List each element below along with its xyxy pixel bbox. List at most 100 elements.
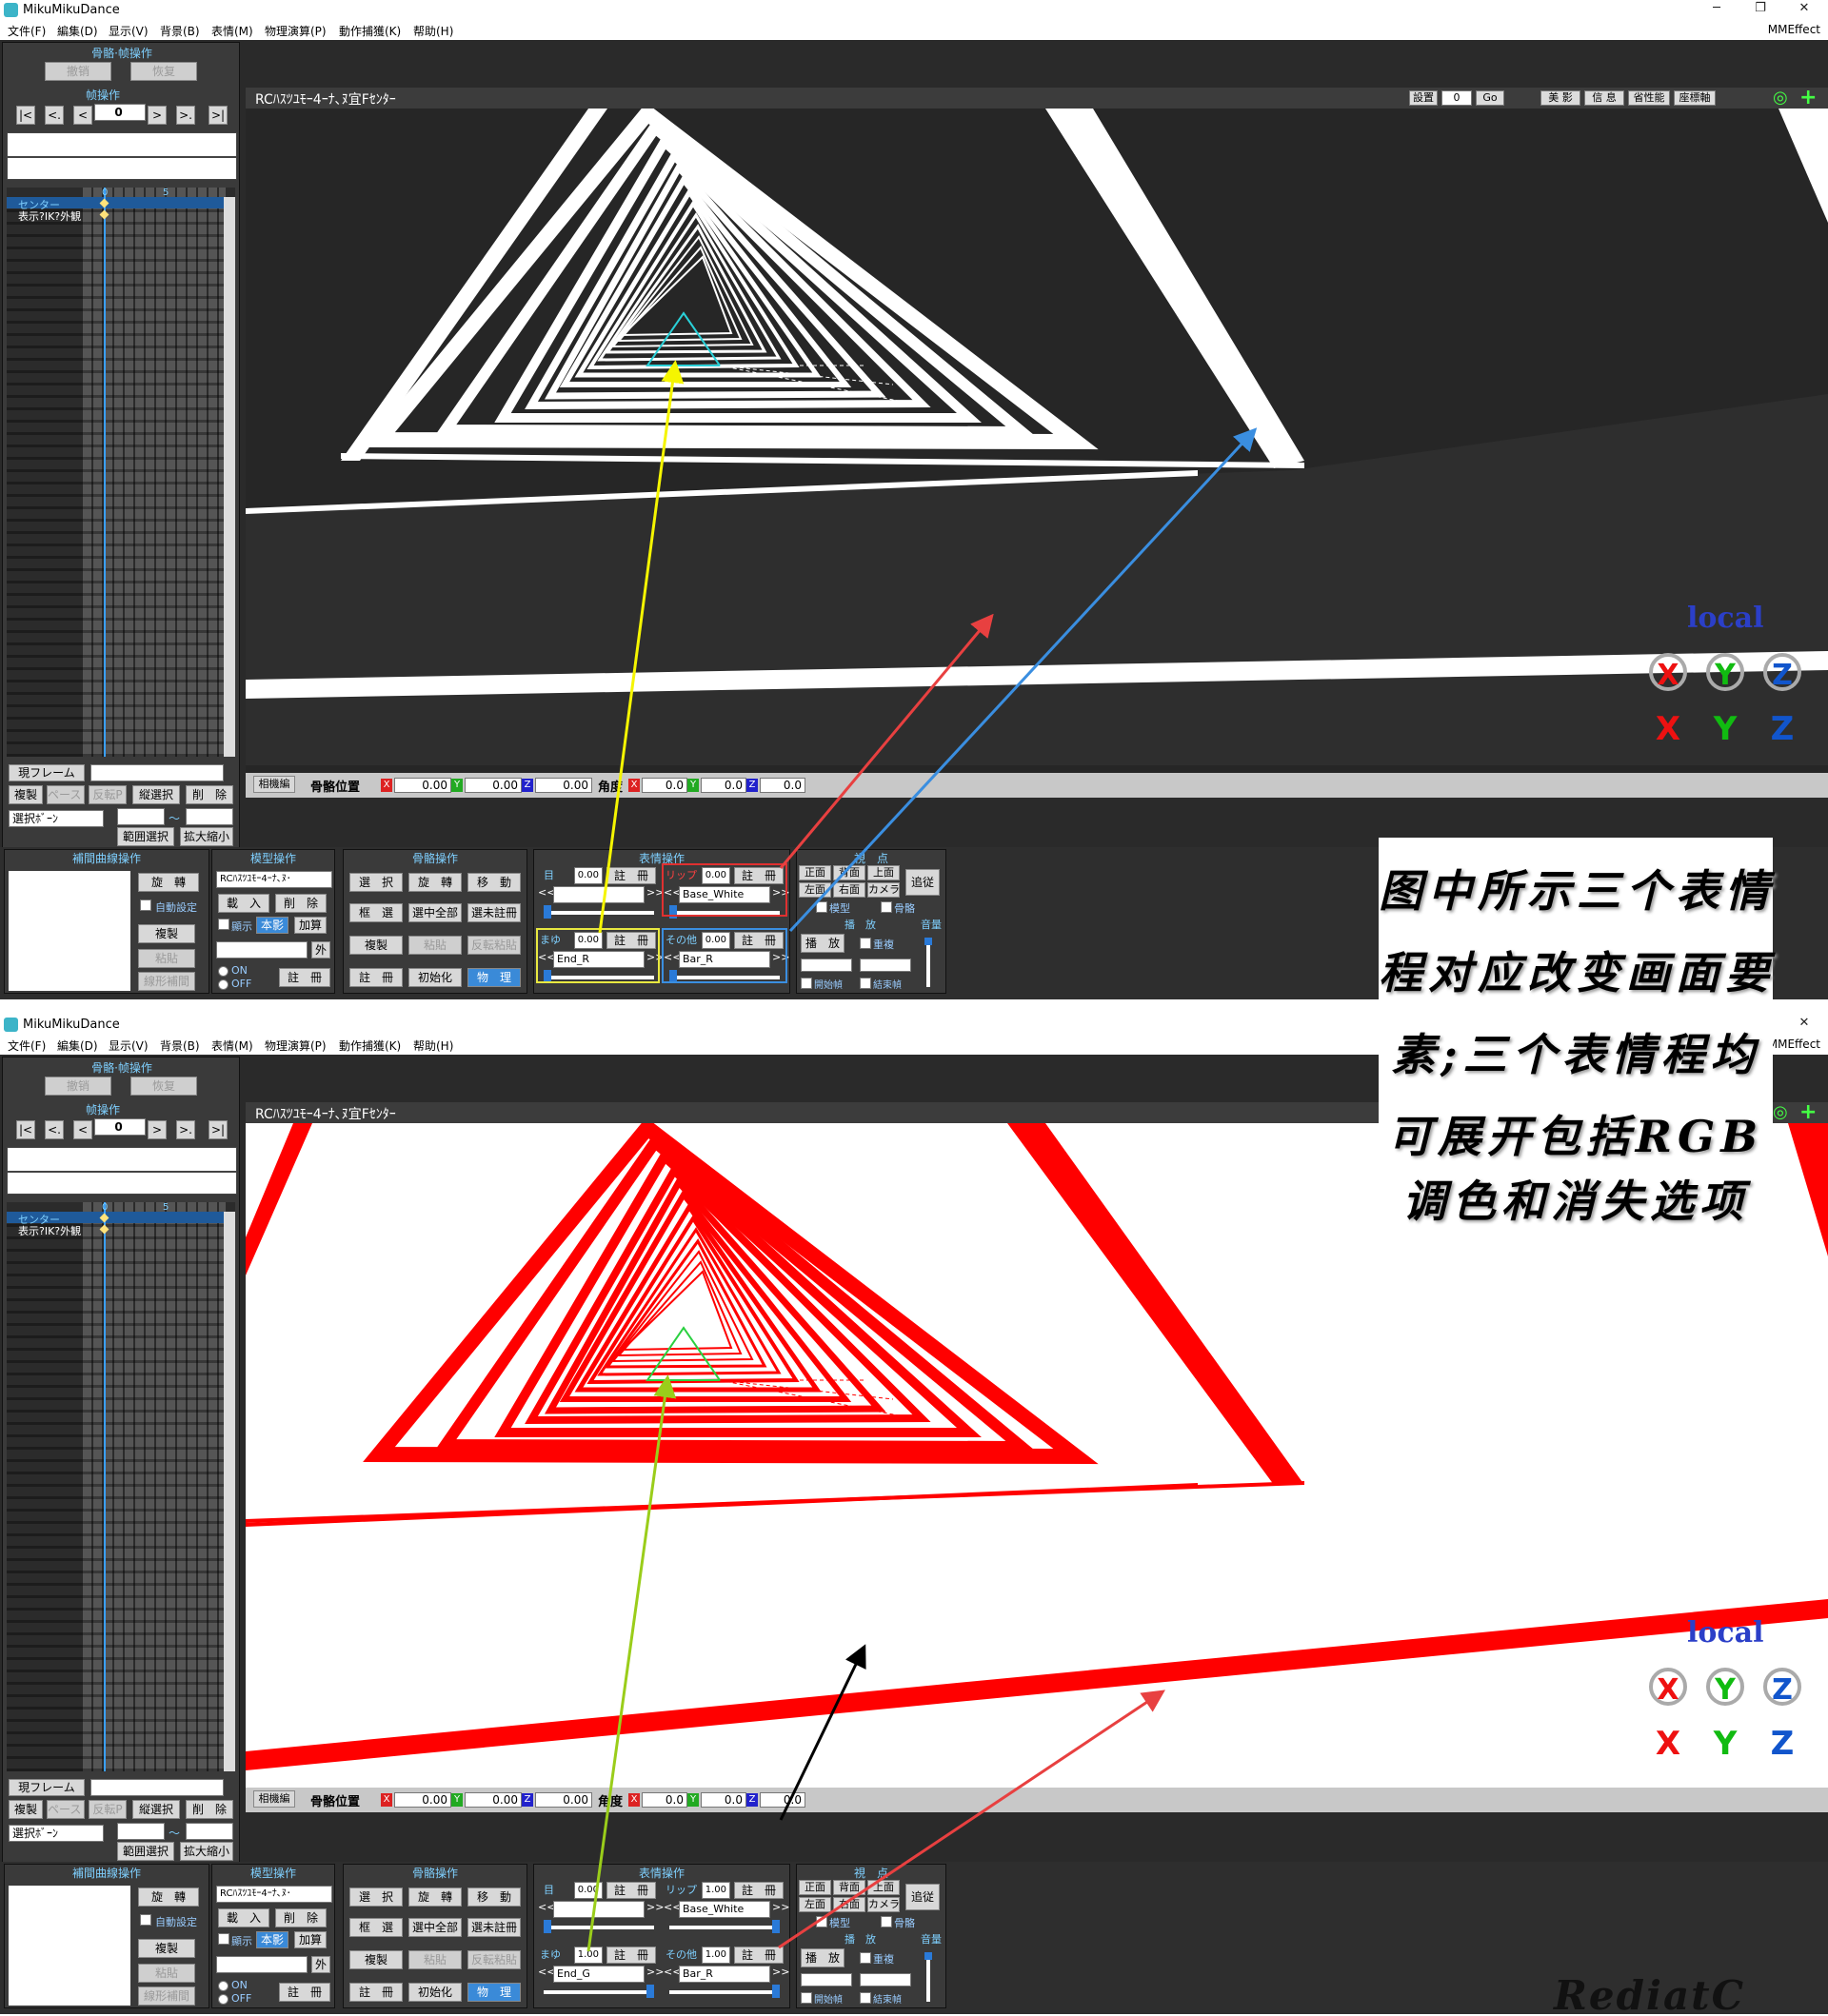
bone-rotate-button[interactable]: 旋 轉 [408, 1888, 462, 1907]
model-register-button[interactable]: 註 冊 [279, 1983, 330, 2002]
camera-edit-button[interactable]: 相機編 [253, 776, 295, 793]
paste-button[interactable]: ペースト [47, 1800, 85, 1819]
bone-move-button[interactable]: 移 動 [467, 1888, 521, 1907]
shadow-toggle[interactable]: 本影 [256, 917, 288, 934]
lip-slider[interactable] [669, 1926, 780, 1929]
other-morph-dropdown[interactable]: Bar_R [679, 1966, 770, 1983]
restore-button[interactable]: ❐ [1739, 1, 1782, 20]
zoom-camera-icon[interactable]: ◎ [1773, 1102, 1788, 1122]
reverse-paste-button[interactable]: 反転P [89, 785, 127, 804]
curve-editor[interactable] [9, 1886, 130, 2006]
eye-morph-dropdown[interactable] [553, 1901, 645, 1918]
rot-x-input[interactable]: 0.0 [642, 1792, 687, 1808]
vertical-select-button[interactable]: 縦選択 [132, 785, 180, 804]
model-checkbox[interactable] [816, 901, 827, 913]
curve-editor[interactable] [9, 871, 130, 991]
view-top-button[interactable]: 上面 [867, 865, 900, 880]
bone-copy-button[interactable]: 複製 [349, 936, 403, 955]
eye-slider[interactable] [544, 1926, 654, 1929]
outside-parent-button[interactable]: 外 [311, 941, 330, 959]
load-model-button[interactable]: 載 入 [218, 894, 269, 913]
rot-y-input[interactable]: 0.0 [701, 1792, 746, 1808]
eye-morph-dropdown[interactable] [553, 886, 645, 903]
auto-set-checkbox[interactable] [140, 899, 151, 911]
copy-button[interactable]: 複製 [9, 1800, 43, 1819]
delete-model-button[interactable]: 削 除 [275, 1908, 327, 1927]
eye-value[interactable]: 0.00 [574, 1882, 603, 1899]
next-key-button[interactable]: >. [176, 106, 195, 125]
next-frame-button[interactable]: > [148, 106, 167, 125]
brow-morph-dropdown[interactable]: End_G [553, 1966, 645, 1983]
undo-button[interactable]: 撤销 [45, 62, 111, 81]
reverse-paste-button[interactable]: 反転粘貼 [467, 1950, 521, 1969]
select-unregistered-button[interactable]: 選未註冊 [467, 903, 521, 922]
other-register-button[interactable]: 註 冊 [734, 1947, 784, 1964]
show-checkbox[interactable] [218, 1933, 229, 1945]
model-select-dropdown[interactable]: RCﾊｽﾂﾕﾓｰ4ｰﾅ､ﾇ･ [216, 871, 332, 888]
start-frame-checkbox[interactable] [801, 1992, 812, 2004]
set-button[interactable]: 設置 [1409, 90, 1438, 106]
menu-background[interactable]: 背景(B) [160, 23, 200, 39]
prev-frame-button[interactable]: < [73, 106, 92, 125]
eye-register-button[interactable]: 註 冊 [606, 1882, 656, 1899]
pos-y-input[interactable]: 0.00 [465, 1792, 522, 1808]
info-button[interactable]: 信 息 [1584, 90, 1624, 106]
close-button[interactable]: ✕ [1782, 1, 1826, 20]
view-back-button[interactable]: 背面 [833, 1880, 865, 1895]
play-button[interactable]: 播 放 [801, 1948, 844, 1967]
pos-z-input[interactable]: 0.00 [535, 778, 592, 793]
rot-x-input[interactable]: 0.0 [642, 778, 687, 793]
add-view-icon[interactable]: + [1799, 88, 1817, 109]
volume-knob[interactable] [924, 1952, 932, 1960]
pos-y-input[interactable]: 0.00 [465, 778, 522, 793]
view-top-button[interactable]: 上面 [867, 1880, 900, 1895]
redo-button[interactable]: 恢复 [130, 1077, 197, 1096]
move-z-gizmo-icon[interactable]: Z [1759, 1725, 1805, 1763]
move-x-gizmo-icon[interactable]: X [1645, 710, 1691, 748]
prev-key-button[interactable]: <. [45, 1120, 64, 1139]
bone-rotate-button[interactable]: 旋 轉 [408, 873, 462, 892]
next-frame-button[interactable]: > [148, 1120, 167, 1139]
on-radio[interactable] [218, 966, 228, 977]
menu-capture[interactable]: 動作捕獲(K) [339, 23, 401, 39]
brow-slider-knob[interactable] [646, 1985, 654, 1998]
curve-copy-button[interactable]: 複製 [138, 924, 195, 943]
timeline-scrollbar[interactable] [224, 1212, 235, 1771]
off-radio[interactable] [218, 979, 228, 990]
end-frame-input[interactable] [860, 1973, 911, 1986]
bone-checkbox[interactable] [881, 901, 892, 913]
bone-copy-button[interactable]: 複製 [349, 1950, 403, 1969]
rotate-x-gizmo-icon[interactable]: X [1649, 1668, 1687, 1707]
select-all-button[interactable]: 選中全部 [408, 903, 462, 922]
menu-expression[interactable]: 表情(M) [211, 23, 253, 39]
paste-button[interactable]: ペースト [47, 785, 85, 804]
shadow-toggle[interactable]: 本影 [256, 1931, 288, 1948]
other-slider-knob[interactable] [772, 1985, 780, 1998]
select-bone-dropdown[interactable]: 選択ﾎﾞｰﾝ [9, 810, 104, 827]
shadow-button[interactable]: 美 影 [1540, 90, 1580, 106]
close-button[interactable]: ✕ [1782, 1016, 1826, 1035]
linear-interp-button[interactable]: 線形補間 [138, 1986, 195, 2006]
end-frame-input[interactable] [860, 959, 911, 972]
delete-model-button[interactable]: 削 除 [275, 894, 327, 913]
view-left-button[interactable]: 左面 [799, 882, 831, 898]
frame-scrollbar[interactable] [90, 764, 224, 781]
brow-slider[interactable] [544, 1990, 654, 1994]
prev-frame-button[interactable]: < [73, 1120, 92, 1139]
pos-x-input[interactable]: 0.00 [394, 1792, 451, 1808]
eye-slider-knob[interactable] [544, 905, 551, 919]
eye-register-button[interactable]: 註 冊 [606, 867, 656, 884]
reverse-paste-button[interactable]: 反転P [89, 1800, 127, 1819]
follow-button[interactable]: 追従 [905, 869, 940, 896]
outside-parent-dropdown[interactable] [216, 1956, 308, 1973]
volume-knob[interactable] [924, 938, 932, 945]
vertical-select-button[interactable]: 縦選択 [132, 1800, 180, 1819]
view-camera-button[interactable]: カメラ [867, 1897, 900, 1912]
goto-frame-input[interactable]: 0 [1441, 90, 1472, 106]
play-button[interactable]: 播 放 [801, 934, 844, 953]
last-frame-button[interactable]: >| [209, 106, 228, 125]
start-frame-checkbox[interactable] [801, 978, 812, 989]
select-all-button[interactable]: 選中全部 [408, 1918, 462, 1937]
move-z-gizmo-icon[interactable]: Z [1759, 710, 1805, 748]
on-radio[interactable] [218, 1981, 228, 1991]
